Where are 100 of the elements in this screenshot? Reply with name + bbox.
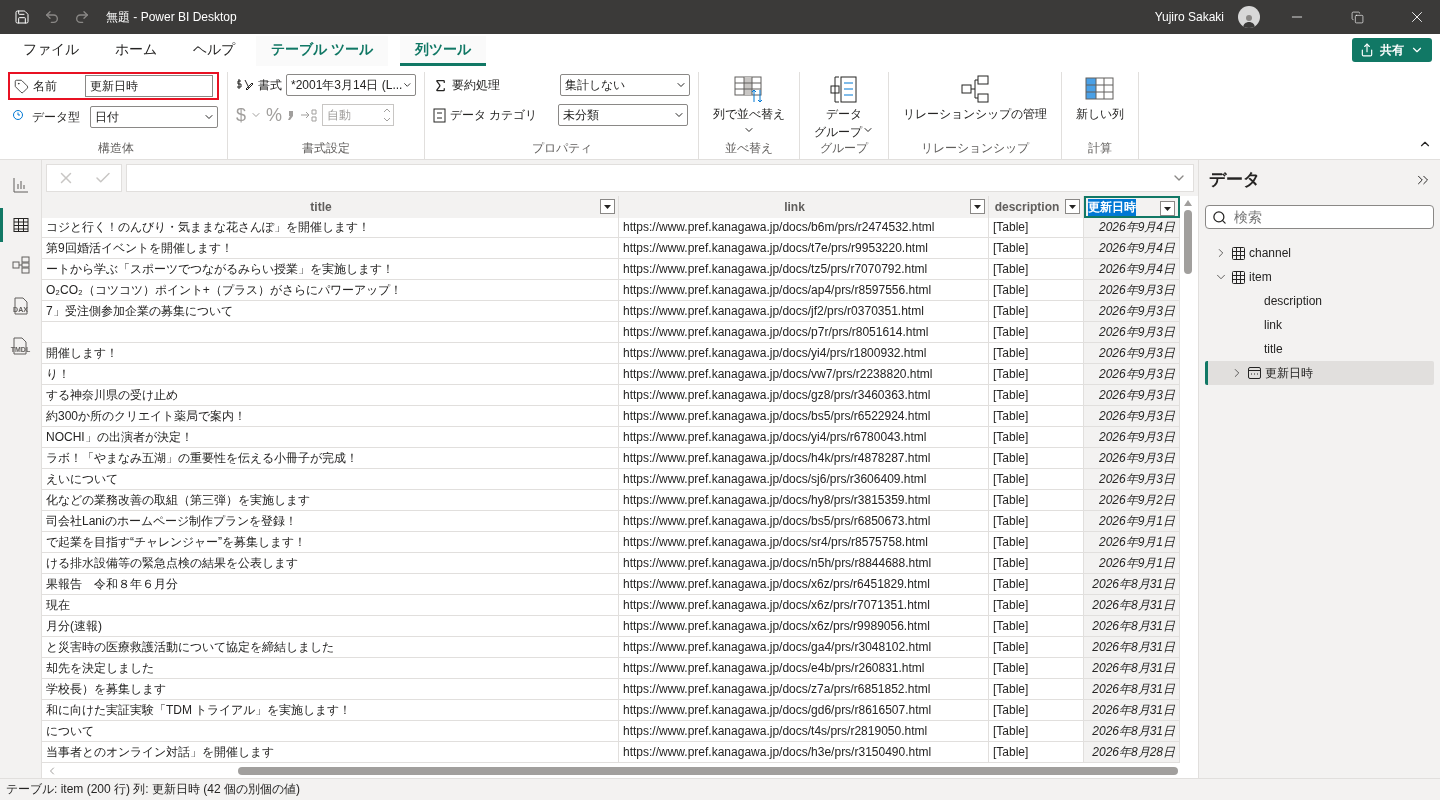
table-icon <box>1232 246 1245 260</box>
filter-button[interactable] <box>970 199 985 214</box>
data-type-dropdown[interactable]: 日付 <box>90 106 218 128</box>
table-cell: [Table] <box>989 301 1084 322</box>
group-label: グループ <box>819 141 870 157</box>
table-cell: 2026年9月4日 <box>1084 217 1180 238</box>
avatar[interactable] <box>1238 6 1260 28</box>
pane-title: データ <box>1209 169 1260 191</box>
table-cell: [Table] <box>989 574 1084 595</box>
table-cell: [Table] <box>989 658 1084 679</box>
name-field[interactable]: 更新日時 <box>85 75 213 97</box>
save-icon[interactable] <box>14 9 30 25</box>
table-cell: https://www.pref.kanagawa.jp/docs/x6z/prs/r7071351.html <box>619 595 989 616</box>
table-cell: 2026年8月31日 <box>1084 658 1180 679</box>
tree-item[interactable]: 更新日時 <box>1205 361 1434 385</box>
ribbon-tab[interactable]: ホーム <box>100 36 172 66</box>
table-cell: [Table] <box>989 679 1084 700</box>
redo-icon[interactable] <box>74 9 90 25</box>
table-cell: NOCHI」の出演者が決定！ <box>42 427 619 448</box>
ribbon-tab[interactable]: ヘルプ <box>178 36 250 66</box>
format-icon <box>236 77 254 93</box>
tree-item[interactable]: description <box>1205 289 1434 313</box>
table-cell: 2026年9月3日 <box>1084 385 1180 406</box>
ribbon-tab[interactable]: ファイル <box>8 36 94 66</box>
tree-item[interactable]: link <box>1205 313 1434 337</box>
table-cell: https://www.pref.kanagawa.jp/docs/p7r/prs/r8051614.html <box>619 322 989 343</box>
relationships-icon <box>960 74 990 104</box>
table-cell: 2026年8月28日 <box>1084 742 1180 763</box>
table-cell: [Table] <box>989 637 1084 658</box>
table-cell: [Table] <box>989 406 1084 427</box>
filter-button[interactable] <box>600 199 615 214</box>
table-cell: 2026年9月3日 <box>1084 301 1180 322</box>
window-title: 無題 - Power BI Desktop <box>106 8 237 26</box>
filter-button[interactable] <box>1065 199 1080 214</box>
field-label: データ型 <box>32 108 81 126</box>
sort-by-column-button[interactable]: 列で並べ替え <box>707 72 791 141</box>
column-header[interactable]: 更新日時 <box>1084 196 1180 218</box>
table-cell: 2026年8月31日 <box>1084 595 1180 616</box>
tree-item[interactable]: channel <box>1205 241 1434 265</box>
table-cell: O₂CO₂（コツコツ）ポイント+（プラス）がさらにパワーアップ！ <box>42 280 619 301</box>
formula-field[interactable] <box>126 164 1194 192</box>
group-label: リレーションシップ <box>920 141 1031 157</box>
table-cell: https://www.pref.kanagawa.jp/docs/ap4/prs/r8597556.html <box>619 280 989 301</box>
category-dropdown[interactable]: 未分類 <box>558 104 688 126</box>
table-cell: 月分(速報) <box>42 616 619 637</box>
table-cell: 2026年8月31日 <box>1084 616 1180 637</box>
table-cell: 2026年8月31日 <box>1084 679 1180 700</box>
scrollbar-thumb[interactable] <box>238 767 1178 775</box>
table-cell: [Table] <box>989 259 1084 280</box>
new-column-button[interactable]: 新しい列 <box>1070 72 1130 141</box>
ribbon-tab[interactable]: 列ツール <box>399 36 486 66</box>
scrollbar-thumb[interactable] <box>1184 210 1192 274</box>
table-cell: コジと行く！のんびり・気ままな花さんぽ」を開催します！ <box>42 217 619 238</box>
scroll-up-icon[interactable] <box>1184 200 1192 206</box>
table-cell: 2026年8月31日 <box>1084 637 1180 658</box>
table-cell: 果報告 令和８年６月分 <box>42 574 619 595</box>
sigma-icon <box>433 77 448 93</box>
table-cell: https://www.pref.kanagawa.jp/docs/t4s/prs/r2819050.html <box>619 721 989 742</box>
table-cell: 2026年9月1日 <box>1084 553 1180 574</box>
table-cell: https://www.pref.kanagawa.jp/docs/jf2/prs/r0370351.html <box>619 301 989 322</box>
table-cell: [Table] <box>989 469 1084 490</box>
table-icon <box>1232 270 1245 284</box>
summarization-dropdown[interactable]: 集計しない <box>560 74 690 96</box>
data-group-button[interactable]: データ グループ <box>808 72 880 141</box>
table-cell: https://www.pref.kanagawa.jp/docs/yi4/prs/r6780043.html <box>619 427 989 448</box>
caret-icon <box>1164 206 1171 211</box>
table-cell: https://www.pref.kanagawa.jp/docs/t7e/prs/r9953220.html <box>619 238 989 259</box>
tree-item[interactable]: item <box>1205 265 1434 289</box>
search-field[interactable]: 検索 <box>1205 205 1434 229</box>
table-cell: [Table] <box>989 280 1084 301</box>
tag-icon <box>14 78 29 94</box>
ribbon-tab[interactable]: テーブル ツール <box>256 36 388 66</box>
table-cell: 2026年8月31日 <box>1084 700 1180 721</box>
table-cell: 2026年9月1日 <box>1084 532 1180 553</box>
table-cell: https://www.pref.kanagawa.jp/docs/hy8/prs/r3815359.html <box>619 490 989 511</box>
field-label: 名前 <box>33 77 58 95</box>
table-cell: https://www.pref.kanagawa.jp/docs/sr4/prs/r8575758.html <box>619 532 989 553</box>
table-cell: https://www.pref.kanagawa.jp/docs/x6z/prs/r6451829.html <box>619 574 989 595</box>
column-header[interactable]: link <box>619 196 989 218</box>
tree-item[interactable]: title <box>1205 337 1434 361</box>
undo-icon[interactable] <box>44 9 60 25</box>
search-icon <box>1212 210 1227 225</box>
manage-relationships-button[interactable]: リレーションシップの管理 <box>897 72 1053 141</box>
caret-icon <box>1069 204 1076 209</box>
table-cell: [Table] <box>989 364 1084 385</box>
share-button[interactable]: 共有 <box>1352 38 1432 62</box>
table-cell: [Table] <box>989 490 1084 511</box>
table-cell: する神奈川県の受け止め <box>42 385 619 406</box>
table-cell: 2026年9月3日 <box>1084 448 1180 469</box>
table-cell: 司会社Laniのホームページ制作プランを登録！ <box>42 511 619 532</box>
filter-button[interactable] <box>1160 201 1175 216</box>
restore-icon[interactable] <box>1350 10 1364 24</box>
table-cell: 2026年9月1日 <box>1084 511 1180 532</box>
table-cell: 2026年9月4日 <box>1084 259 1180 280</box>
table-cell: 2026年9月3日 <box>1084 322 1180 343</box>
table-cell: 2026年9月4日 <box>1084 238 1180 259</box>
table-cell: [Table] <box>989 721 1084 742</box>
column-header[interactable]: description <box>989 196 1084 218</box>
table-cell: 学校長）を募集します <box>42 679 619 700</box>
column-header[interactable]: title <box>42 196 619 218</box>
